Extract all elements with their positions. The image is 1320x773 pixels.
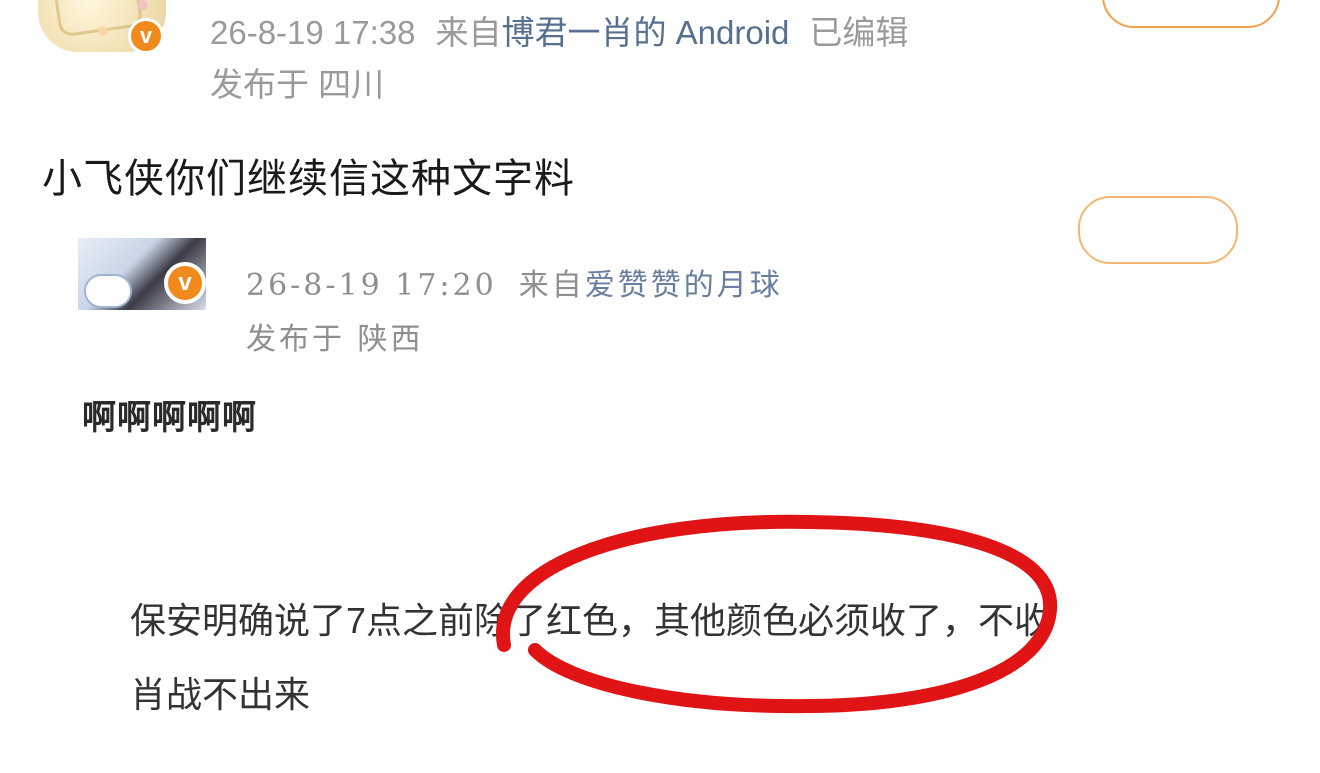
quoted-post-timestamp: 26-8-19 17:20 [246,268,497,303]
quoted-post-source-link[interactable]: 爱赞赞的月球 [585,268,783,303]
top-post-header: v 26-8-19 17:38 来自博君一肖的 Android 已编辑 发布于 四川 [0,0,1320,110]
top-post-text: 小飞侠你们继续信这种文字料 [42,157,575,201]
notice-text: 保安明确说了7点之前除了红色，其他颜色必须收了，不收 肖战不出来 [130,584,1190,732]
top-post-timestamp: 26-8-19 17:38 [210,14,416,51]
avatar-cloud-decoration [84,274,132,308]
quoted-follow-button[interactable] [1078,196,1238,264]
quoted-post-text: 啊啊啊啊啊 [82,398,257,438]
avatar-flower [138,0,148,10]
top-post-meta: 26-8-19 17:38 来自博君一肖的 Android 已编辑 [210,6,908,54]
top-post-from-label: 来自 [435,14,502,51]
quoted-post-from-label: 来自 [518,268,585,303]
avatar-flower [98,26,108,36]
follow-button[interactable] [1102,0,1280,28]
verified-badge-icon: v [164,262,206,304]
verified-badge-icon: v [128,18,164,54]
notice-line-1: 保安明确说了7点之前除了红色，其他颜色必须收了，不收 [130,600,1051,641]
top-post-source-link[interactable]: 博君一肖的 Android [502,14,790,51]
quoted-post-meta: 26-8-19 17:20 来自爱赞赞的月球 [246,260,783,304]
quoted-post-location: 发布于 陕西 [246,322,424,357]
notice-line-2: 肖战不出来 [130,674,311,715]
top-post-location: 发布于 四川 [210,66,385,103]
top-post-edited-label: 已编辑 [809,14,909,51]
